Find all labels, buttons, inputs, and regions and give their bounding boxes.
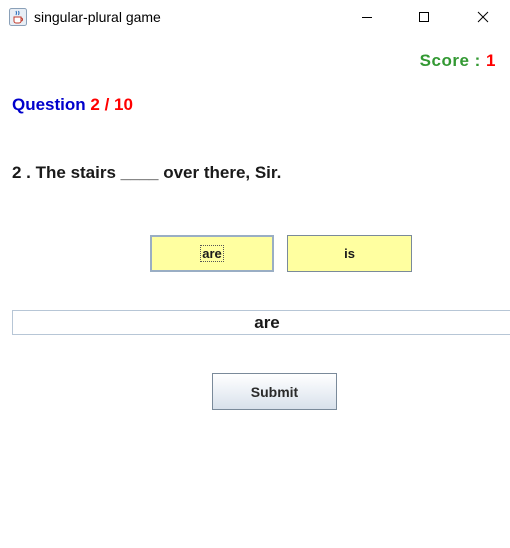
minimize-button[interactable] [344, 0, 390, 34]
option-button-are[interactable]: are [150, 235, 274, 272]
question-text: 2 . The stairs ____ over there, Sir. [12, 163, 282, 182]
minimize-icon [362, 17, 372, 18]
question-counter-label: Question [12, 95, 86, 114]
title-bar[interactable]: singular-plural game [0, 0, 510, 34]
app-window: singular-plural game Score : 1 Question … [0, 0, 510, 548]
option-label: are [200, 245, 224, 262]
score-label: Score : [419, 51, 481, 70]
window-title: singular-plural game [34, 9, 161, 25]
question-counter: Question 2 / 10 [12, 95, 133, 115]
option-label: is [344, 246, 355, 261]
close-button[interactable] [460, 0, 506, 34]
question-counter-value: 2 / 10 [90, 95, 133, 114]
answer-value: are [254, 312, 280, 332]
maximize-button[interactable] [401, 0, 447, 34]
option-button-is[interactable]: is [287, 235, 412, 272]
submit-button[interactable]: Submit [212, 373, 337, 410]
score-display: Score : 1 [420, 51, 496, 71]
close-icon [477, 11, 489, 23]
score-value: 1 [486, 51, 496, 70]
answer-field[interactable]: are [12, 310, 510, 335]
java-cup-icon [9, 8, 27, 26]
maximize-icon [419, 12, 429, 22]
